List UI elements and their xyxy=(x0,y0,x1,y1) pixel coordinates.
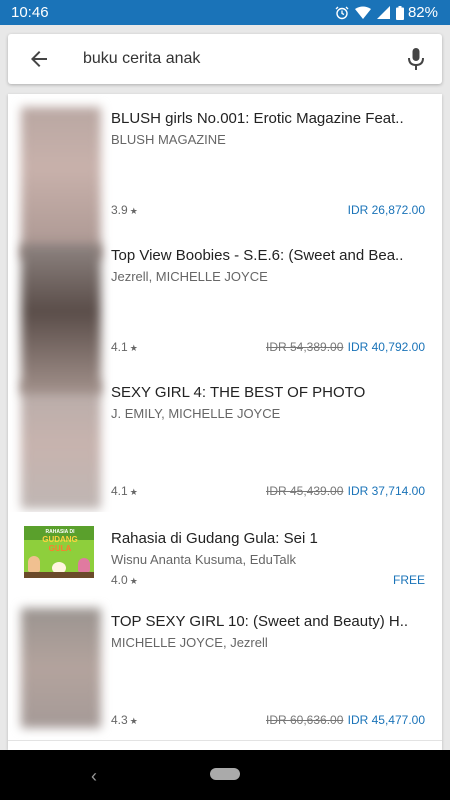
search-results-list: BLUSH girls No.001: Erotic Magazine Feat… xyxy=(8,94,442,750)
battery-percent: 82% xyxy=(407,4,438,21)
book-author: Wisnu Ananta Kusuma, EduTalk xyxy=(111,552,296,567)
rating: 4.0 ★ xyxy=(111,573,138,587)
microphone-icon[interactable] xyxy=(404,46,428,72)
nav-back-icon[interactable]: ‹ xyxy=(91,766,97,787)
rating: 4.3 ★ xyxy=(111,713,138,727)
book-cover[interactable] xyxy=(21,381,101,509)
price[interactable]: IDR 40,792.00 xyxy=(348,340,425,354)
wifi-icon xyxy=(355,6,371,19)
status-time: 10:46 xyxy=(11,4,49,21)
original-price: IDR 45,439.00 xyxy=(266,484,344,498)
list-item[interactable]: TOP SEXY GIRL 10: (Sweet and Beauty) H..… xyxy=(8,597,442,741)
search-input[interactable]: buku cerita anak xyxy=(83,50,200,68)
alarm-icon xyxy=(335,6,349,19)
price[interactable]: IDR 45,477.00 xyxy=(348,713,425,727)
back-arrow-icon[interactable] xyxy=(27,47,51,71)
book-title[interactable]: Rahasia di Gudang Gula: Sei 1 xyxy=(111,530,318,547)
price[interactable]: IDR 37,714.00 xyxy=(348,484,425,498)
book-cover[interactable]: RAHASIA DI GUDANG GULA xyxy=(24,526,94,578)
book-cover[interactable] xyxy=(21,107,101,259)
original-price: IDR 60,636.00 xyxy=(266,713,344,727)
star-icon: ★ xyxy=(129,206,138,216)
price[interactable]: FREE xyxy=(393,573,425,587)
book-title[interactable]: Top View Boobies - S.E.6: (Sweet and Bea… xyxy=(111,247,403,264)
book-cover[interactable] xyxy=(21,608,101,728)
star-icon: ★ xyxy=(129,487,138,497)
star-icon: ★ xyxy=(129,716,138,726)
nav-home-pill[interactable] xyxy=(210,768,240,780)
star-icon: ★ xyxy=(129,576,138,586)
rating: 3.9 ★ xyxy=(111,203,138,217)
list-item[interactable]: BLUSH girls No.001: Erotic Magazine Feat… xyxy=(8,94,442,259)
list-item[interactable]: RAHASIA DI GUDANG GULA Rahasia di Gudang… xyxy=(8,512,442,598)
navigation-bar: ‹ xyxy=(0,750,450,800)
rating: 4.1 ★ xyxy=(111,484,138,498)
price[interactable]: IDR 26,872.00 xyxy=(348,203,425,217)
battery-icon xyxy=(396,5,404,20)
signal-icon xyxy=(377,6,390,19)
rating: 4.1 ★ xyxy=(111,340,138,354)
book-title[interactable]: TOP SEXY GIRL 10: (Sweet and Beauty) H.. xyxy=(111,613,408,630)
star-icon: ★ xyxy=(129,343,138,353)
search-bar[interactable]: buku cerita anak xyxy=(8,34,442,84)
book-author: J. EMILY, MICHELLE JOYCE xyxy=(111,406,281,421)
status-bar: 10:46 82% xyxy=(0,0,450,25)
book-author: MICHELLE JOYCE, Jezrell xyxy=(111,635,268,650)
book-cover[interactable] xyxy=(21,244,101,394)
book-title[interactable]: BLUSH girls No.001: Erotic Magazine Feat… xyxy=(111,110,404,127)
original-price: IDR 54,389.00 xyxy=(266,340,344,354)
book-author: Jezrell, MICHELLE JOYCE xyxy=(111,269,268,284)
list-item[interactable]: Top View Boobies - S.E.6: (Sweet and Bea… xyxy=(8,231,442,394)
book-title[interactable]: SEXY GIRL 4: THE BEST OF PHOTO xyxy=(111,384,365,401)
book-author: BLUSH MAGAZINE xyxy=(111,132,226,147)
